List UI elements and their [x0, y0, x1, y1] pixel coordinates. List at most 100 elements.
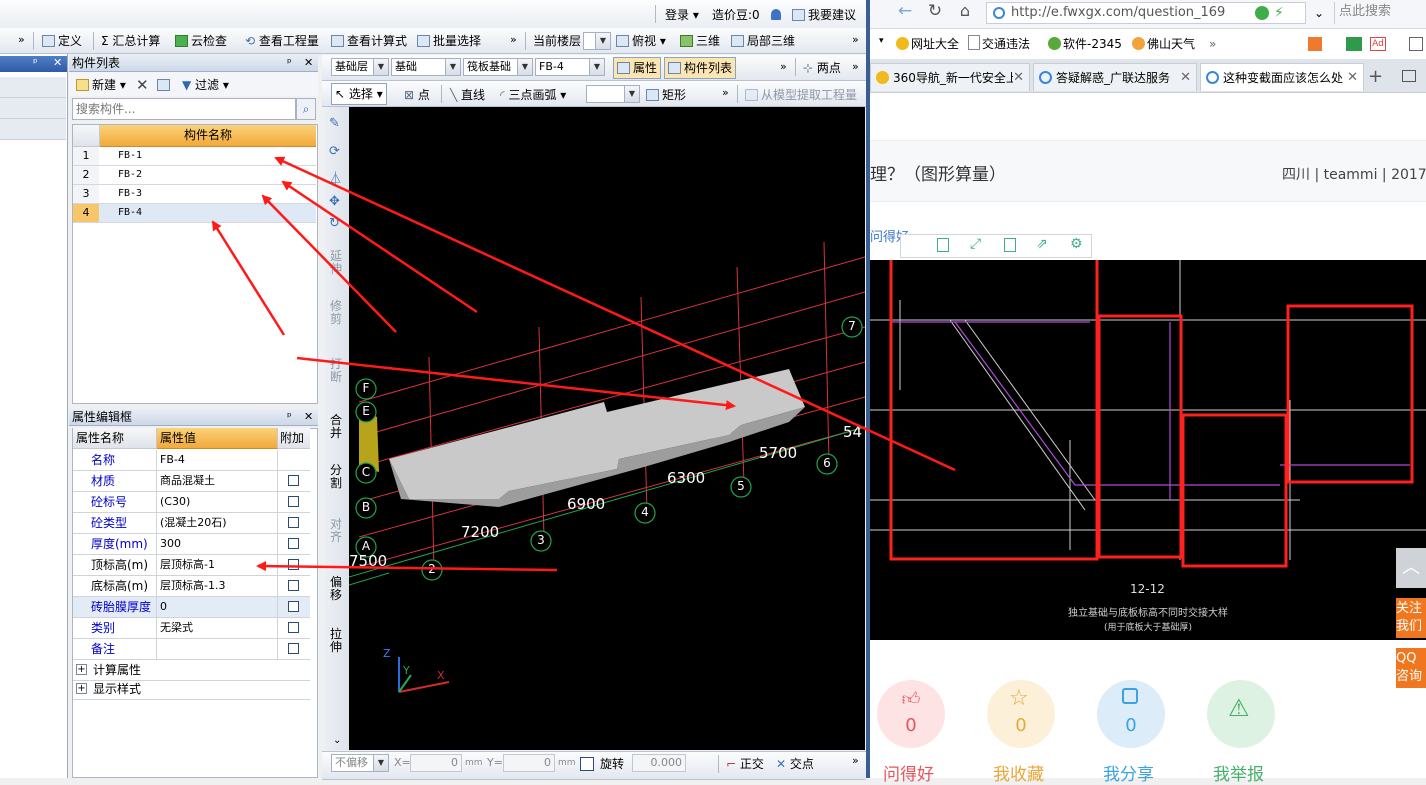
table-row[interactable]: 1 FB-1 — [73, 147, 316, 166]
layer-select[interactable]: 基础层 ▼ — [331, 58, 389, 76]
ortho-button[interactable]: ⌐ 正交 — [726, 755, 764, 772]
3d-button[interactable]: 三维 — [680, 30, 720, 52]
delete-button[interactable]: ✕ — [136, 74, 149, 96]
copy-image-icon[interactable] — [1004, 238, 1016, 252]
extra-checkbox[interactable] — [288, 580, 299, 591]
navigator-row[interactable] — [0, 77, 66, 98]
pin-icon[interactable]: ᵖ — [287, 410, 292, 423]
extra-checkbox[interactable] — [288, 538, 299, 549]
property-toggle-button[interactable]: 属性 — [613, 57, 662, 79]
rotate-tool-icon[interactable]: ⟳ — [329, 144, 340, 159]
bookmark-item[interactable]: 交通违法 — [968, 34, 1030, 54]
point-button[interactable]: ⊠ 点 — [404, 84, 430, 106]
address-dropdown[interactable]: ⌄ — [1308, 2, 1330, 24]
property-value[interactable] — [157, 639, 278, 659]
close-icon[interactable]: ✕ — [1013, 64, 1024, 91]
close-icon[interactable]: ✕ — [1347, 64, 1358, 91]
property-value[interactable]: 层顶标高-1.3 — [157, 576, 278, 596]
qq-consult-button[interactable]: QQ咨询 — [1396, 648, 1426, 688]
offset-tool[interactable]: 偏移 — [327, 576, 345, 602]
save-image-icon[interactable] — [937, 238, 949, 252]
3d-viewport[interactable]: 7500 7200 6900 6300 5700 54 2 3 4 5 6 7 … — [349, 107, 865, 750]
property-row[interactable]: 类别 无梁式 — [73, 618, 310, 639]
property-row[interactable]: 砖胎膜厚度 0 — [73, 597, 310, 618]
property-value[interactable]: (C30) — [157, 492, 278, 512]
split-tool[interactable]: 分割 — [327, 464, 345, 490]
adblock-icon[interactable]: Ad — [1370, 37, 1386, 51]
cloud-check-button[interactable]: 云检查 — [175, 30, 227, 52]
view-mode-button[interactable]: 俯视 ▾ — [616, 30, 666, 52]
close-icon[interactable]: ✕ — [1180, 64, 1191, 91]
mirror-tool-icon[interactable]: ⏃ — [329, 168, 342, 187]
bookmark-item[interactable]: 佛山天气 — [1132, 34, 1195, 54]
select-button[interactable]: ↖ 选择 ▾ — [331, 83, 387, 105]
address-bar[interactable]: http://e.fwxgx.com/question_169 ⚡ — [986, 2, 1306, 24]
merge-tool[interactable]: 合并 — [327, 414, 345, 440]
pencil-icon[interactable]: ✎ — [329, 116, 343, 131]
browser-tab[interactable]: 答疑解惑_广联达服务 ✕ — [1033, 63, 1197, 91]
filter-button[interactable]: ▼ 过滤 ▾ — [182, 74, 229, 96]
close-icon[interactable]: ✕ — [53, 56, 62, 69]
overflow-chevron[interactable]: » — [510, 29, 517, 51]
new-button[interactable]: 新建 ▾ — [76, 74, 126, 96]
pin-icon[interactable]: ᵖ — [33, 56, 38, 69]
rotate-icon[interactable]: ↻ — [329, 216, 340, 231]
expand-icon[interactable]: + — [76, 683, 87, 694]
bookmark-more[interactable]: » — [1209, 34, 1216, 54]
tab-menu-icon[interactable] — [1402, 70, 1416, 82]
category-select[interactable]: 基础 ▼ — [391, 58, 461, 76]
stretch-tool[interactable]: 拉伸 — [327, 628, 345, 654]
refresh-button[interactable]: ↻ — [923, 1, 947, 25]
overflow-chevron[interactable]: » — [852, 56, 859, 78]
table-row[interactable]: 2 FB-2 — [73, 166, 316, 185]
apps-icon[interactable] — [1308, 37, 1322, 51]
property-group-row[interactable]: + 显示样式 — [73, 679, 310, 700]
navigator-row[interactable] — [0, 98, 66, 119]
home-button[interactable]: ⌂ — [953, 1, 977, 25]
back-to-top-button[interactable]: ︿ — [1396, 548, 1426, 588]
close-icon[interactable]: ✕ — [304, 56, 313, 69]
move-tool-icon[interactable]: ✥ — [329, 194, 340, 209]
table-row-selected[interactable]: 4 FB-4 — [73, 204, 316, 223]
overflow-chevron[interactable]: » — [722, 82, 729, 104]
cad-drawing-image[interactable]: 12-12 独立基础与底板标高不同时交接大样 (用于底板大于基础厚) — [870, 260, 1426, 640]
component-select[interactable]: FB-4 ▼ — [535, 58, 605, 76]
draw-mode-select[interactable]: ▼ — [586, 85, 640, 103]
browser-tab-active[interactable]: 这种变截面应该怎么处 ✕ — [1200, 63, 1364, 91]
extra-checkbox[interactable] — [288, 517, 299, 528]
property-row[interactable]: 砼类型 (混凝土20石) — [73, 513, 310, 534]
property-row[interactable]: 备注 — [73, 639, 310, 660]
bookmark-item[interactable]: 软件-2345 — [1048, 34, 1122, 54]
property-value[interactable]: 0 — [157, 597, 278, 617]
report-button[interactable]: ⚠ — [1207, 680, 1275, 748]
pin-icon[interactable]: ᵖ — [287, 56, 292, 69]
follow-us-button[interactable]: 关注我们 — [1396, 598, 1426, 638]
close-icon[interactable]: ✕ — [304, 410, 313, 423]
type-select[interactable]: 筏板基础 ▼ — [463, 58, 533, 76]
extra-checkbox[interactable] — [288, 601, 299, 612]
bookmark-item[interactable]: 网址大全 — [896, 34, 959, 54]
property-row[interactable]: 底标高(m) 层顶标高-1.3 — [73, 576, 310, 597]
column-header-name[interactable]: 构件名称 — [100, 125, 316, 147]
reader-icon[interactable] — [1346, 37, 1362, 51]
share-image-icon[interactable]: ⇗ — [1036, 236, 1048, 252]
browser-tab[interactable]: 360导航_新一代安全上 ✕ — [870, 63, 1030, 91]
property-value[interactable]: FB-4 — [157, 450, 278, 470]
bookmark-toggle[interactable]: ▾ — [879, 36, 884, 46]
favorite-button[interactable]: ☆ 0 — [987, 680, 1055, 748]
line-button[interactable]: ╲ 直线 — [450, 84, 485, 106]
component-search-input[interactable]: 搜索构件... — [72, 98, 296, 120]
share-button[interactable]: 0 — [1097, 680, 1165, 748]
property-row[interactable]: 顶标高(m) 层顶标高-1 — [73, 555, 310, 576]
define-button[interactable]: 定义 — [42, 30, 82, 52]
floor-select[interactable]: ▼ — [583, 32, 611, 50]
search-button[interactable]: ⌕ — [296, 98, 316, 120]
two-point-button[interactable]: ⊹ 两点 — [803, 57, 841, 79]
property-value[interactable]: 层顶标高-1 — [157, 555, 278, 575]
property-row[interactable]: 砼标号 (C30) — [73, 492, 310, 513]
extra-checkbox[interactable] — [288, 643, 299, 654]
new-tab-button[interactable]: + — [1368, 66, 1383, 87]
expand-icon[interactable]: + — [76, 664, 87, 675]
property-value[interactable]: (混凝土20石) — [157, 513, 278, 533]
view-formula-button[interactable]: 查看计算式 — [331, 30, 407, 52]
